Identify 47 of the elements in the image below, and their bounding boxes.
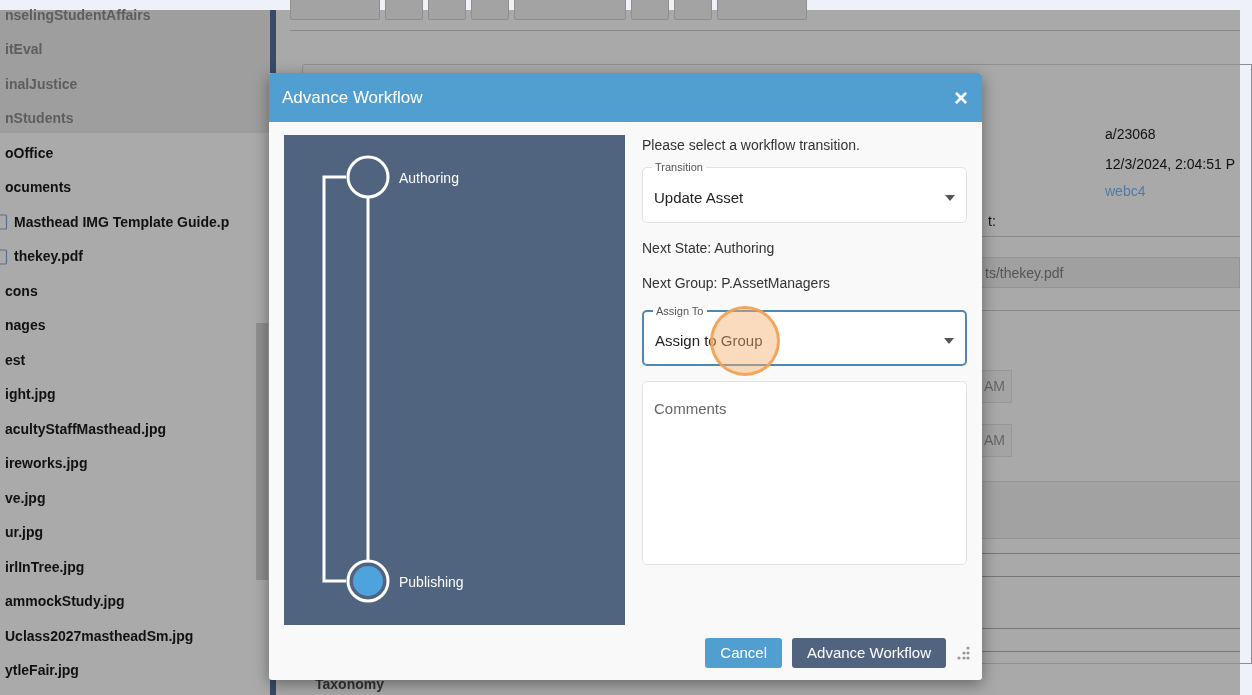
advance-button[interactable]: Advance Workflow — [792, 638, 946, 668]
caret-icon — [945, 195, 955, 201]
toolbar-button[interactable] — [385, 0, 423, 20]
tree-item[interactable]: ammockStudy.jpg — [5, 591, 125, 613]
tree-item[interactable]: nages — [5, 315, 46, 337]
toolbar-button[interactable] — [428, 0, 466, 20]
file-icon — [0, 214, 8, 231]
caret-icon — [944, 338, 954, 344]
workflow-state-node[interactable] — [346, 155, 390, 199]
tree-item[interactable]: thekey.pdf — [14, 246, 83, 268]
toolbar-button[interactable] — [290, 0, 380, 20]
tree-item[interactable]: est — [5, 349, 26, 371]
dialog-title: Advance Workflow — [282, 86, 423, 109]
tree-item[interactable]: Masthead IMG Template Guide.p — [14, 211, 230, 233]
scrollbar-thumb[interactable] — [256, 323, 268, 580]
field-label: t: — [988, 212, 996, 231]
state-label: Authoring — [399, 169, 459, 188]
workflow-state-node[interactable] — [346, 559, 390, 603]
detail-value: 12/3/2024, 2:04:51 P — [1105, 155, 1235, 174]
tree-item[interactable]: ytleFair.jpg — [5, 660, 79, 682]
tree-item[interactable]: Uclass2027mastheadSm.jpg — [5, 625, 194, 647]
next-state-text: Next State: Authoring — [642, 239, 776, 258]
detail-value: a/23068 — [1105, 125, 1156, 144]
field-label: Assign To — [653, 304, 707, 318]
toolbar-button[interactable] — [631, 0, 669, 20]
file-icon — [0, 248, 8, 265]
comments-field[interactable]: Comments — [642, 381, 967, 565]
prompt-text: Please select a workflow transition. — [642, 136, 861, 155]
tree-item[interactable]: acultyStaffMasthead.jpg — [5, 418, 167, 440]
tree-item[interactable]: ve.jpg — [5, 487, 46, 509]
path-text: ts/thekey.pdf — [985, 264, 1064, 283]
resize-grip-icon — [956, 646, 970, 660]
tree-item[interactable]: ur.jpg — [5, 522, 44, 544]
tree-item[interactable]: ireworks.jpg — [5, 453, 88, 475]
next-group-text: Next Group: P.AssetManagers — [642, 274, 832, 293]
tree-item[interactable]: ocuments — [5, 177, 72, 199]
state-label: Publishing — [399, 573, 464, 592]
tree-item[interactable]: cons — [5, 280, 38, 302]
tree-item[interactable]: irlInTree.jpg — [5, 556, 85, 578]
toolbar-button[interactable] — [717, 0, 807, 20]
toolbar-button[interactable] — [514, 0, 626, 20]
field-label: Transition — [652, 160, 706, 174]
tree-item[interactable]: ight.jpg — [5, 384, 56, 406]
toolbar-button[interactable] — [674, 0, 712, 20]
section-heading: Taxonomy — [315, 675, 384, 694]
toolbar-button[interactable] — [471, 0, 509, 20]
tree-item[interactable]: oOffice — [5, 142, 54, 164]
